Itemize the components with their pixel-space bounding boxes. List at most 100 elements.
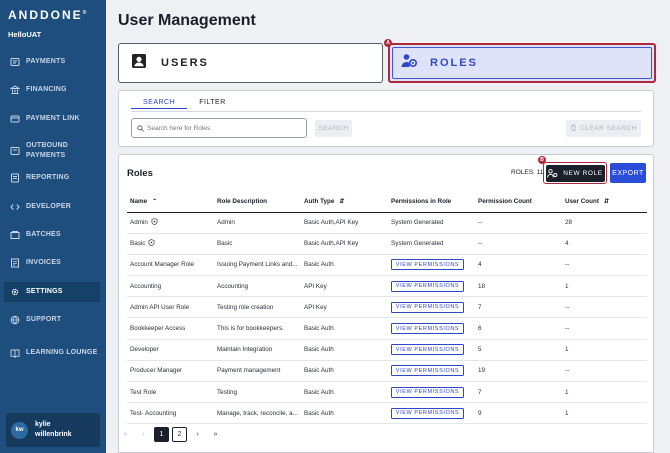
sort-asc-icon[interactable]: ⌃ bbox=[152, 198, 157, 205]
sidebar-item-payments[interactable]: PAYMENTS bbox=[4, 52, 100, 72]
sidebar-item-label: INVOICES bbox=[26, 259, 62, 267]
auth-type-cell: Basic Auth,API Key bbox=[301, 212, 388, 234]
permission-count-cell: 5 bbox=[475, 339, 562, 361]
user-count-cell: 1 bbox=[562, 381, 647, 404]
report-icon bbox=[10, 173, 20, 183]
table-row[interactable]: Producer Manager Payment management Basic … bbox=[127, 360, 647, 383]
sidebar-item-support[interactable]: SUPPORT bbox=[4, 310, 100, 330]
sidebar-item-reporting[interactable]: REPORTING bbox=[4, 168, 100, 188]
table-row[interactable]: Accounting Accounting API Key VIEW PERMISSI… bbox=[127, 275, 647, 298]
roles-toggle-label: ROLES bbox=[430, 57, 478, 69]
permissions-cell: VIEW PERMISSIONS bbox=[388, 381, 475, 404]
sidebar-item-label: SETTINGS bbox=[26, 287, 63, 295]
role-name-cell: Developer bbox=[127, 339, 214, 361]
new-role-label: NEW ROLE bbox=[563, 169, 603, 177]
sidebar-item-developer[interactable]: DEVELOPER bbox=[4, 197, 100, 217]
user-name: kylie willenbrink bbox=[35, 421, 72, 438]
user-count-cell: -- bbox=[562, 317, 647, 340]
permission-count-cell: 18 bbox=[475, 275, 562, 298]
sidebar-item-learning-lounge[interactable]: LEARNING LOUNGE bbox=[4, 339, 100, 367]
permission-count-cell: -- bbox=[475, 212, 562, 234]
sidebar-item-invoices[interactable]: INVOICES bbox=[4, 253, 100, 273]
table-row[interactable]: Test- Accounting Manage, track, reconcile… bbox=[127, 402, 647, 425]
sidebar-item-payment-link[interactable]: PAYMENT LINK bbox=[4, 109, 100, 129]
permissions-cell: VIEW PERMISSIONS bbox=[388, 360, 475, 383]
table-row[interactable]: Bookkeeper Access This is for bookkeepers… bbox=[127, 317, 647, 340]
user-gear-icon bbox=[401, 53, 418, 73]
globe-icon bbox=[10, 315, 20, 325]
column-header-permission-count: Permission Count bbox=[475, 192, 562, 213]
role-name-cell: Accounting bbox=[127, 275, 214, 298]
permissions-cell: VIEW PERMISSIONS bbox=[388, 275, 475, 298]
roles-table: Name ⌃ Role Description Auth Type ⇵ Permis… bbox=[127, 192, 647, 425]
next-page-button[interactable]: › bbox=[190, 427, 205, 442]
first-page-button[interactable]: « bbox=[118, 427, 133, 442]
column-header-name[interactable]: Name ⌃ bbox=[127, 192, 214, 213]
search-input[interactable] bbox=[147, 124, 297, 132]
tab-search[interactable]: SEARCH bbox=[131, 99, 188, 109]
table-row[interactable]: Developer Maintain Integration Basic Auth V… bbox=[127, 339, 647, 361]
column-header-user-count[interactable]: User Count ⇵ bbox=[562, 192, 647, 213]
code-icon bbox=[10, 202, 20, 212]
column-header-permissions: Permissions in Role bbox=[388, 192, 475, 213]
table-row[interactable]: Account Manager Role Issuing Payment Link… bbox=[127, 254, 647, 277]
table-row[interactable]: Test Role Testing Basic Auth VIEW PERMISSIO… bbox=[127, 381, 647, 404]
user-profile[interactable]: kw kylie willenbrink bbox=[6, 413, 100, 447]
trash-icon bbox=[570, 124, 577, 133]
search-icon bbox=[137, 119, 144, 137]
clear-search-button[interactable]: CLEAR SEARCH bbox=[566, 120, 641, 137]
user-count-cell: -- bbox=[562, 296, 647, 319]
role-description-cell: Maintain Integration bbox=[214, 339, 301, 361]
user-count-cell: 28 bbox=[562, 212, 647, 234]
users-toggle[interactable]: USERS bbox=[118, 43, 383, 83]
view-permissions-button[interactable]: VIEW PERMISSIONS bbox=[391, 323, 464, 335]
search-field[interactable] bbox=[131, 118, 307, 138]
sidebar-item-outbound-payments[interactable]: OUTBOUND PAYMENTS bbox=[4, 137, 100, 165]
role-name-cell: Basic bbox=[127, 233, 214, 255]
sidebar-item-label: BATCHES bbox=[26, 230, 61, 238]
sidebar-item-label: REPORTING bbox=[26, 174, 70, 182]
role-description-cell: Manage, track, reconcile, a... bbox=[214, 402, 301, 425]
permission-count-cell: 7 bbox=[475, 296, 562, 319]
new-role-button[interactable]: NEW ROLE bbox=[543, 162, 607, 184]
table-row[interactable]: Basic Basic Basic Auth,API Key System Gener… bbox=[127, 233, 647, 255]
permission-count-cell: 6 bbox=[475, 317, 562, 340]
auth-type-cell: Basic Auth bbox=[301, 254, 388, 277]
clear-search-label: CLEAR SEARCH bbox=[580, 125, 637, 132]
role-description-cell: Issuing Payment Links and... bbox=[214, 254, 301, 277]
book-icon bbox=[10, 348, 20, 358]
roles-toggle[interactable]: ROLES bbox=[388, 43, 656, 83]
role-description-cell: This is for bookkeepers. bbox=[214, 317, 301, 340]
brand-logo[interactable]: ANDDONE® bbox=[8, 8, 86, 22]
view-permissions-button[interactable]: VIEW PERMISSIONS bbox=[391, 365, 464, 377]
view-permissions-button[interactable]: VIEW PERMISSIONS bbox=[391, 386, 464, 398]
sort-icon[interactable]: ⇵ bbox=[604, 198, 609, 205]
role-name-cell: Bookkeeper Access bbox=[127, 317, 214, 340]
users-toggle-label: USERS bbox=[161, 57, 209, 69]
permissions-cell: System Generated bbox=[388, 233, 475, 255]
sort-icon[interactable]: ⇵ bbox=[339, 198, 344, 205]
sidebar-item-settings[interactable]: SETTINGS bbox=[4, 281, 100, 302]
view-permissions-button[interactable]: VIEW PERMISSIONS bbox=[391, 280, 464, 292]
table-row[interactable]: Admin API User Role Testing role creation… bbox=[127, 296, 647, 319]
view-permissions-button[interactable]: VIEW PERMISSIONS bbox=[391, 259, 464, 271]
table-header-row: Name ⌃ Role Description Auth Type ⇵ Permis… bbox=[127, 192, 647, 213]
table-row[interactable]: Admin Admin Basic Auth,API Key System Gener… bbox=[127, 212, 647, 234]
column-header-auth-type[interactable]: Auth Type ⇵ bbox=[301, 192, 388, 213]
page-button-1[interactable]: 1 bbox=[154, 427, 169, 442]
view-permissions-button[interactable]: VIEW PERMISSIONS bbox=[391, 344, 464, 356]
view-permissions-button[interactable]: VIEW PERMISSIONS bbox=[391, 301, 464, 313]
export-button[interactable]: EXPORT bbox=[610, 163, 646, 183]
tab-filter[interactable]: FILTER bbox=[199, 99, 238, 109]
user-count-cell: 1 bbox=[562, 275, 647, 298]
user-count-cell: -- bbox=[562, 360, 647, 383]
page-button-2[interactable]: 2 bbox=[172, 427, 187, 442]
view-permissions-button[interactable]: VIEW PERMISSIONS bbox=[391, 407, 464, 419]
search-button[interactable]: SEARCH bbox=[315, 120, 352, 137]
link-card-icon bbox=[10, 114, 20, 124]
last-page-button[interactable]: » bbox=[208, 427, 223, 442]
sidebar-item-financing[interactable]: FINANCING bbox=[4, 80, 100, 100]
sidebar-item-batches[interactable]: BATCHES bbox=[4, 225, 100, 245]
auth-type-cell: Basic Auth bbox=[301, 339, 388, 361]
prev-page-button[interactable]: ‹ bbox=[136, 427, 151, 442]
